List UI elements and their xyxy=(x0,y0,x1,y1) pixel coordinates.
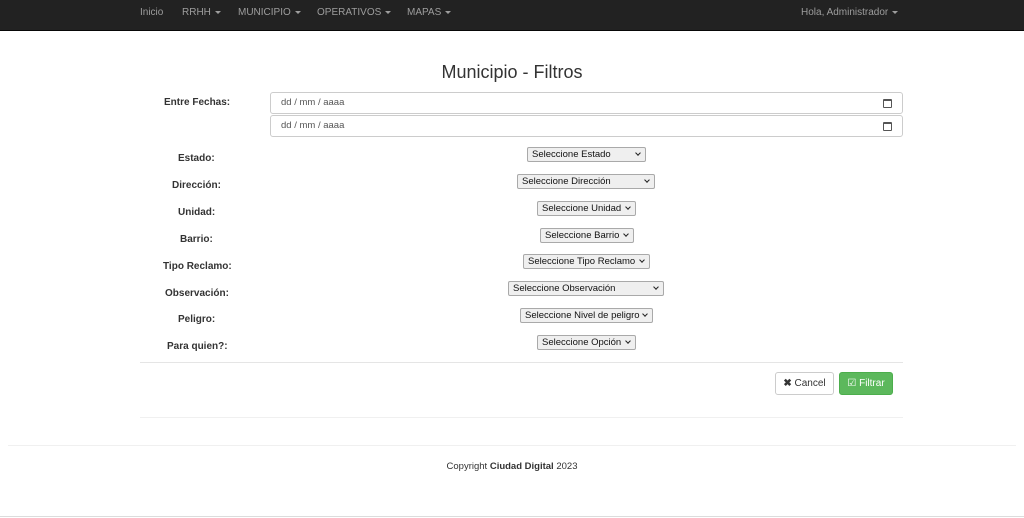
peligro-label: Peligro: xyxy=(178,314,216,325)
calendar-icon[interactable] xyxy=(883,122,892,131)
filter-button-label: Filtrar xyxy=(859,378,885,389)
caret-down-icon xyxy=(385,10,392,14)
section-divider xyxy=(140,417,903,418)
chevron-down-icon xyxy=(639,257,645,263)
footer-year: 2023 xyxy=(556,461,578,472)
footer-brand: Ciudad Digital xyxy=(489,461,554,472)
direccion-label: Dirección: xyxy=(172,180,221,191)
nav-operativos-label: OPERATIVOS xyxy=(317,7,382,18)
chevron-down-icon xyxy=(642,311,648,317)
chevron-down-icon xyxy=(623,231,629,237)
footer-copyright: Copyright Ciudad Digital 2023 xyxy=(0,461,1024,472)
tipo-reclamo-select-value: Seleccione Tipo Reclamo xyxy=(528,256,636,267)
calendar-icon[interactable] xyxy=(883,99,892,108)
dates-label: Entre Fechas: xyxy=(164,97,231,108)
date-from-input[interactable]: dd / mm / aaaa xyxy=(270,92,903,114)
estado-label: Estado: xyxy=(178,153,215,164)
direccion-select-value: Seleccione Dirección xyxy=(522,176,611,187)
barrio-label: Barrio: xyxy=(180,234,213,245)
chevron-down-icon xyxy=(644,177,650,183)
cancel-button-label: Cancel xyxy=(794,378,826,389)
para-quien-select[interactable]: Seleccione Opción xyxy=(537,335,636,350)
cancel-button[interactable]: ✖ Cancel xyxy=(775,372,834,395)
chevron-down-icon xyxy=(635,150,641,156)
tipo-reclamo-select[interactable]: Seleccione Tipo Reclamo xyxy=(523,254,650,269)
barrio-select-value: Seleccione Barrio xyxy=(545,230,620,241)
user-menu-label: Hola, Administrador xyxy=(801,7,889,18)
user-menu-dropdown[interactable]: Hola, Administrador xyxy=(801,0,899,30)
nav-mapas-label: MAPAS xyxy=(407,7,442,18)
caret-down-icon xyxy=(445,10,452,14)
nav-municipio-label: MUNICIPIO xyxy=(238,7,291,18)
unidad-label: Unidad: xyxy=(178,207,216,218)
bottom-border xyxy=(0,516,1024,517)
unidad-select-value: Seleccione Unidad xyxy=(542,203,622,214)
observacion-select[interactable]: Seleccione Observación xyxy=(508,281,664,296)
direccion-select[interactable]: Seleccione Dirección xyxy=(517,174,655,189)
unidad-select[interactable]: Seleccione Unidad xyxy=(537,201,636,216)
peligro-select-value: Seleccione Nivel de peligro xyxy=(525,310,640,321)
caret-down-icon xyxy=(294,10,301,14)
nav-mapas-dropdown[interactable]: MAPAS xyxy=(407,0,452,30)
caret-down-icon xyxy=(214,10,221,14)
caret-down-icon xyxy=(892,10,899,14)
date-from-placeholder: dd / mm / aaaa xyxy=(281,97,345,108)
nav-inicio-label: Inicio xyxy=(140,7,164,18)
nav-rrhh-dropdown[interactable]: RRHH xyxy=(182,0,221,30)
nav-inicio[interactable]: Inicio xyxy=(140,0,163,30)
check-square-icon: ☑ xyxy=(847,378,857,389)
observacion-label: Observación: xyxy=(165,288,229,299)
top-navbar: Inicio RRHH MUNICIPIO OPERATIVOS MAPAS H… xyxy=(0,0,1024,31)
nav-rrhh-label: RRHH xyxy=(182,7,211,18)
estado-select-value: Seleccione Estado xyxy=(532,149,611,160)
peligro-select[interactable]: Seleccione Nivel de peligro xyxy=(520,308,653,323)
chevron-down-icon xyxy=(653,284,659,290)
date-to-input[interactable]: dd / mm / aaaa xyxy=(270,115,903,137)
chevron-down-icon xyxy=(625,338,631,344)
nav-operativos-dropdown[interactable]: OPERATIVOS xyxy=(317,0,392,30)
barrio-select[interactable]: Seleccione Barrio xyxy=(540,228,634,243)
observacion-select-value: Seleccione Observación xyxy=(513,283,616,294)
page-title: Municipio - Filtros xyxy=(441,62,583,82)
filter-button[interactable]: ☑ Filtrar xyxy=(839,372,893,395)
estado-select[interactable]: Seleccione Estado xyxy=(527,147,646,162)
date-to-placeholder: dd / mm / aaaa xyxy=(281,120,345,131)
tipo-reclamo-label: Tipo Reclamo: xyxy=(163,261,232,272)
footer-divider xyxy=(8,445,1016,446)
para-quien-label: Para quien?: xyxy=(167,341,228,352)
close-icon: ✖ xyxy=(783,378,792,389)
footer-prefix: Copyright xyxy=(446,461,488,472)
chevron-down-icon xyxy=(625,204,631,210)
nav-municipio-dropdown[interactable]: MUNICIPIO xyxy=(238,0,301,30)
para-quien-select-value: Seleccione Opción xyxy=(542,337,622,348)
form-divider xyxy=(140,362,903,363)
